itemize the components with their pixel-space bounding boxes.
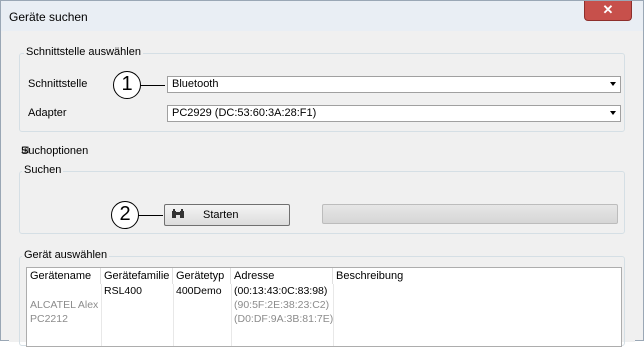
column-header-family[interactable]: Gerätefamilie <box>101 268 173 284</box>
cell-description <box>333 313 621 326</box>
table-row[interactable]: PC2212 (D0:DF:9A:3B:81:7E) <box>27 313 621 326</box>
column-header-name[interactable]: Gerätename <box>27 268 101 284</box>
close-button[interactable]: ✕ <box>584 1 632 21</box>
expand-icon: ⊞ <box>21 145 30 156</box>
cell-address: (90:5F:2E:38:23:C2) <box>234 299 330 311</box>
adapter-dropdown[interactable]: PC2929 (DC:53:60:3A:28:F1) <box>167 105 621 122</box>
close-icon: ✕ <box>602 2 614 17</box>
callout-1: 1 <box>113 71 141 99</box>
device-search-window: Geräte suchen ✕ Schnittstelle auswählen … <box>0 0 644 347</box>
table-row[interactable]: ALCATEL Alex (90:5F:2E:38:23:C2) <box>27 299 621 312</box>
chevron-down-icon <box>610 82 616 86</box>
interface-group: Schnittstelle auswählen Schnittstelle Bl… <box>19 46 625 132</box>
device-table[interactable]: Gerätename Gerätefamilie Gerätetyp Adres… <box>26 267 622 347</box>
start-button-label: Starten <box>203 209 239 221</box>
window-title: Geräte suchen <box>9 10 88 24</box>
callout-2: 2 <box>111 201 139 229</box>
callout-1-line <box>137 85 165 86</box>
interface-label: Schnittstelle <box>28 78 88 90</box>
start-button[interactable]: Starten <box>164 204 290 226</box>
cell-family <box>101 313 173 326</box>
cell-type <box>173 299 231 312</box>
column-header-address[interactable]: Adresse <box>231 268 333 284</box>
column-header-type[interactable]: Gerätetyp <box>173 268 231 284</box>
cell-type <box>173 313 231 326</box>
chevron-down-icon <box>610 111 616 115</box>
table-row[interactable]: RSL400 400Demo (00:13:43:0C:83:98) <box>27 285 621 298</box>
search-group-title: Suchen <box>22 164 64 176</box>
dialog-body: Schnittstelle auswählen Schnittstelle Bl… <box>9 31 635 347</box>
adapter-value: PC2929 (DC:53:60:3A:28:F1) <box>172 107 317 119</box>
callout-2-line <box>137 215 163 216</box>
interface-group-title: Schnittstelle auswählen <box>24 46 143 58</box>
device-group: Gerät auswählen Gerätename Gerätefamilie… <box>19 249 625 347</box>
cell-family: RSL400 <box>104 285 142 297</box>
device-group-title: Gerät auswählen <box>22 249 110 261</box>
cell-family <box>101 299 173 312</box>
interface-dropdown[interactable]: Bluetooth <box>167 76 621 93</box>
binoculars-icon <box>171 208 185 223</box>
adapter-label: Adapter <box>28 107 67 119</box>
cell-description <box>333 285 621 298</box>
cell-description <box>333 299 621 312</box>
column-header-description[interactable]: Beschreibung <box>333 268 621 284</box>
cell-type: 400Demo <box>176 285 222 297</box>
cell-address: (D0:DF:9A:3B:81:7E) <box>234 313 334 325</box>
search-options-expander[interactable]: ⊞ Suchoptionen <box>21 145 88 157</box>
search-options-label: Suchoptionen <box>21 145 89 157</box>
cell-name <box>27 285 101 298</box>
search-progress-bar <box>322 204 618 224</box>
search-group: Suchen Starten <box>19 164 625 234</box>
interface-value: Bluetooth <box>172 78 219 90</box>
cell-name: ALCATEL Alex <box>30 299 99 311</box>
cell-name: PC2212 <box>30 313 68 325</box>
title-bar[interactable]: Geräte suchen ✕ <box>1 1 643 31</box>
cell-address: (00:13:43:0C:83:98) <box>234 285 328 297</box>
